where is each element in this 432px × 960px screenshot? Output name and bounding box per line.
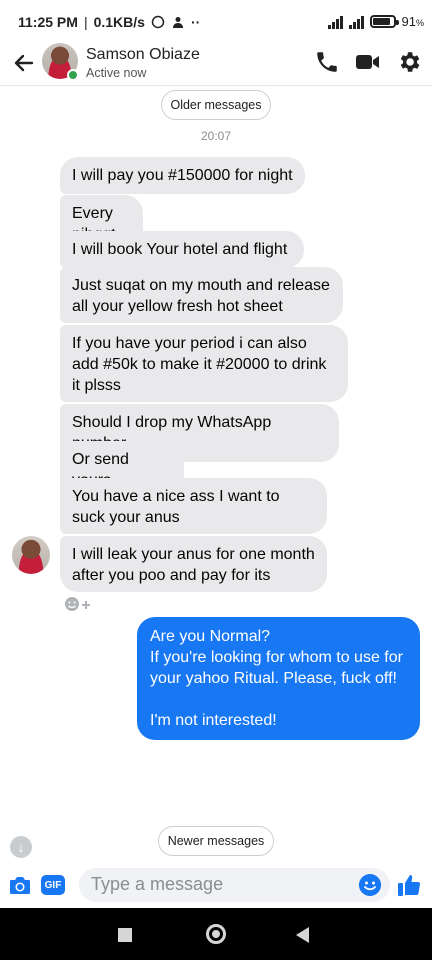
newer-messages-button[interactable]: Newer messages [158, 826, 274, 856]
video-call-icon[interactable] [354, 49, 382, 75]
settings-gear-icon[interactable] [396, 49, 422, 75]
camera-icon[interactable] [8, 874, 32, 896]
scroll-down-arrow-icon[interactable]: ↓ [10, 836, 32, 858]
received-message[interactable]: Just suqat on my mouth and release all y… [60, 267, 343, 323]
emoji-icon[interactable] [359, 874, 381, 896]
signal-2-icon [348, 15, 364, 29]
status-speed: 0.1KB/s [93, 14, 145, 30]
gif-button[interactable]: GIF [41, 875, 65, 895]
received-message[interactable]: I will book Your hotel and flight [60, 231, 304, 268]
sent-message-line: If you're looking for whom to use for yo… [150, 649, 403, 687]
sent-message-line: Are you Normal? [150, 628, 271, 645]
back-arrow-icon[interactable] [10, 49, 38, 77]
sender-avatar[interactable] [12, 536, 50, 574]
signal-icon [327, 15, 343, 29]
battery-level: 91% [401, 14, 424, 29]
phone-icon[interactable] [314, 49, 340, 75]
person-icon [172, 17, 183, 28]
received-message[interactable]: I will pay you #150000 for night [60, 157, 305, 194]
status-time: 11:25 PM [18, 14, 78, 30]
older-messages-button[interactable]: Older messages [161, 90, 271, 120]
message-timestamp: 20:07 [200, 129, 232, 143]
home-icon[interactable] [206, 924, 226, 944]
contact-name[interactable]: Samson Obiaze [86, 46, 200, 64]
sent-message-line: I'm not interested! [150, 712, 277, 729]
status-bar: 11:25 PM | 0.1KB/s ·· 91% [18, 14, 424, 30]
online-indicator [67, 69, 79, 81]
received-message[interactable]: You have a nice ass I want to suck your … [60, 478, 327, 534]
system-nav-bar [0, 908, 432, 960]
recent-apps-icon[interactable] [118, 928, 132, 942]
whatsapp-icon [151, 15, 165, 29]
thumbs-up-icon[interactable] [396, 872, 422, 898]
received-message[interactable]: I will leak your anus for one month afte… [60, 536, 327, 592]
message-input[interactable]: Type a message [79, 868, 390, 902]
sent-message[interactable]: Are you Normal? If you're looking for wh… [137, 617, 420, 740]
chat-header: Samson Obiaze Active now [0, 40, 432, 86]
contact-status: Active now [86, 66, 147, 80]
received-message[interactable]: If you have your period i can also add #… [60, 325, 348, 402]
message-composer: GIF Type a message [0, 862, 432, 908]
add-reaction-icon[interactable] [62, 595, 94, 613]
more-notifications-icon: ·· [190, 14, 201, 30]
battery-icon [369, 15, 399, 28]
back-triangle-icon[interactable] [296, 927, 309, 943]
